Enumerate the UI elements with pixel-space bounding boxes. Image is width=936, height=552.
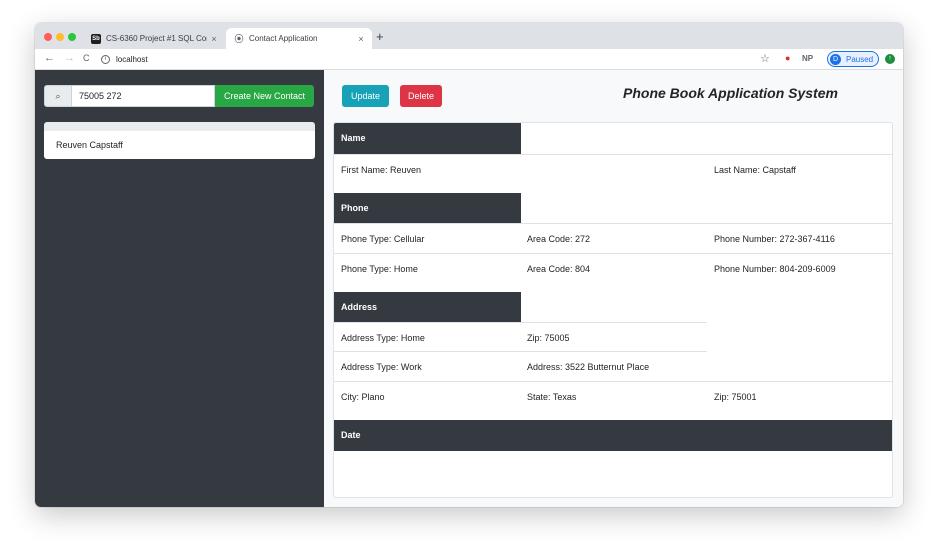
reload-icon[interactable]: C xyxy=(83,53,90,63)
phone-number-value: Phone Number: 272-367-4116 xyxy=(714,234,835,244)
profile-avatar: D xyxy=(830,53,841,65)
address-row: Address Type: Home Zip: 75005 xyxy=(334,322,707,352)
location-row: City: Plano State: Texas Zip: 75001 xyxy=(334,381,892,411)
browser-window: Sb CS-6360 Project #1 SQL Contac × ⦿ Con… xyxy=(35,23,903,507)
zip-value: Zip: 75005 xyxy=(527,333,570,343)
update-available-icon[interactable]: ↑ xyxy=(885,54,895,64)
tab-close-icon[interactable]: × xyxy=(354,34,368,44)
tab-title: CS-6360 Project #1 SQL Contac xyxy=(106,34,207,43)
list-item[interactable]: Reuven Capstaff xyxy=(44,131,315,159)
update-button[interactable]: Update xyxy=(342,85,389,107)
contacts-sidebar: ⌕ Create New Contact Reuven Capstaff xyxy=(35,70,324,507)
profile-status-label: Paused xyxy=(846,54,874,64)
results-list-header xyxy=(44,122,315,131)
section-header-address: Address xyxy=(334,292,521,323)
tab-close-icon[interactable]: × xyxy=(207,34,221,44)
extension-shield-icon[interactable]: ● xyxy=(785,53,790,63)
extension-np-icon[interactable]: NP xyxy=(802,54,813,63)
globe-favicon-icon: ⦿ xyxy=(234,34,244,44)
address-type-value: Address Type: Work xyxy=(341,362,422,372)
search-input[interactable] xyxy=(72,85,215,107)
search-icon: ⌕ xyxy=(44,85,72,107)
contact-detail-pane: Update Delete Phone Book Application Sys… xyxy=(324,70,903,507)
location-zip-value: Zip: 75001 xyxy=(714,392,757,402)
tab-contact-application[interactable]: ⦿ Contact Application × xyxy=(226,28,372,49)
address-row: Address Type: Work Address: 3522 Buttern… xyxy=(334,351,707,381)
first-name-value: First Name: Reuven xyxy=(341,165,422,175)
street-address-value: Address: 3522 Butternut Place xyxy=(527,362,650,372)
last-name-value: Last Name: Capstaff xyxy=(714,165,796,175)
phone-type-value: Phone Type: Cellular xyxy=(341,234,425,244)
name-row: First Name: Reuven Last Name: Capstaff xyxy=(334,154,892,184)
tab-title: Contact Application xyxy=(249,34,318,43)
phone-row: Phone Type: Home Area Code: 804 Phone Nu… xyxy=(334,253,892,283)
bookmark-star-icon[interactable]: ☆ xyxy=(760,52,770,65)
profile-paused-button[interactable]: D Paused xyxy=(827,51,879,67)
close-window-button[interactable] xyxy=(44,33,52,41)
section-header-name: Name xyxy=(334,123,521,154)
tab-project-doc[interactable]: Sb CS-6360 Project #1 SQL Contac × xyxy=(83,28,225,49)
phone-row: Phone Type: Cellular Area Code: 272 Phon… xyxy=(334,223,892,253)
address-bar[interactable]: i localhost xyxy=(101,51,751,68)
area-code-value: Area Code: 804 xyxy=(527,264,591,274)
delete-button[interactable]: Delete xyxy=(400,85,442,107)
area-code-value: Area Code: 272 xyxy=(527,234,591,244)
section-header-date: Date xyxy=(334,420,892,451)
page-title: Phone Book Application System xyxy=(623,85,838,101)
phone-number-value: Phone Number: 804-209-6009 xyxy=(714,264,836,274)
url-text: localhost xyxy=(116,55,148,64)
create-new-contact-button[interactable]: Create New Contact xyxy=(215,85,314,107)
forward-arrow-icon[interactable]: → xyxy=(64,52,75,64)
state-value: State: Texas xyxy=(527,392,577,402)
city-value: City: Plano xyxy=(341,392,385,402)
search-group: ⌕ Create New Contact xyxy=(44,85,314,107)
browser-toolbar: ← → C i localhost ☆ ● NP D Paused ↑ xyxy=(35,49,903,70)
site-info-icon[interactable]: i xyxy=(101,55,110,64)
address-type-value: Address Type: Home xyxy=(341,333,425,343)
back-arrow-icon[interactable]: ← xyxy=(44,52,55,64)
minimize-window-button[interactable] xyxy=(56,33,64,41)
contact-card: Name First Name: Reuven Last Name: Capst… xyxy=(333,122,893,498)
tab-strip: Sb CS-6360 Project #1 SQL Contac × ⦿ Con… xyxy=(35,23,903,49)
new-tab-button[interactable]: + xyxy=(376,29,384,44)
section-header-phone: Phone xyxy=(334,193,521,224)
maximize-window-button[interactable] xyxy=(68,33,76,41)
phone-type-value: Phone Type: Home xyxy=(341,264,418,274)
site-favicon-icon: Sb xyxy=(91,33,101,44)
